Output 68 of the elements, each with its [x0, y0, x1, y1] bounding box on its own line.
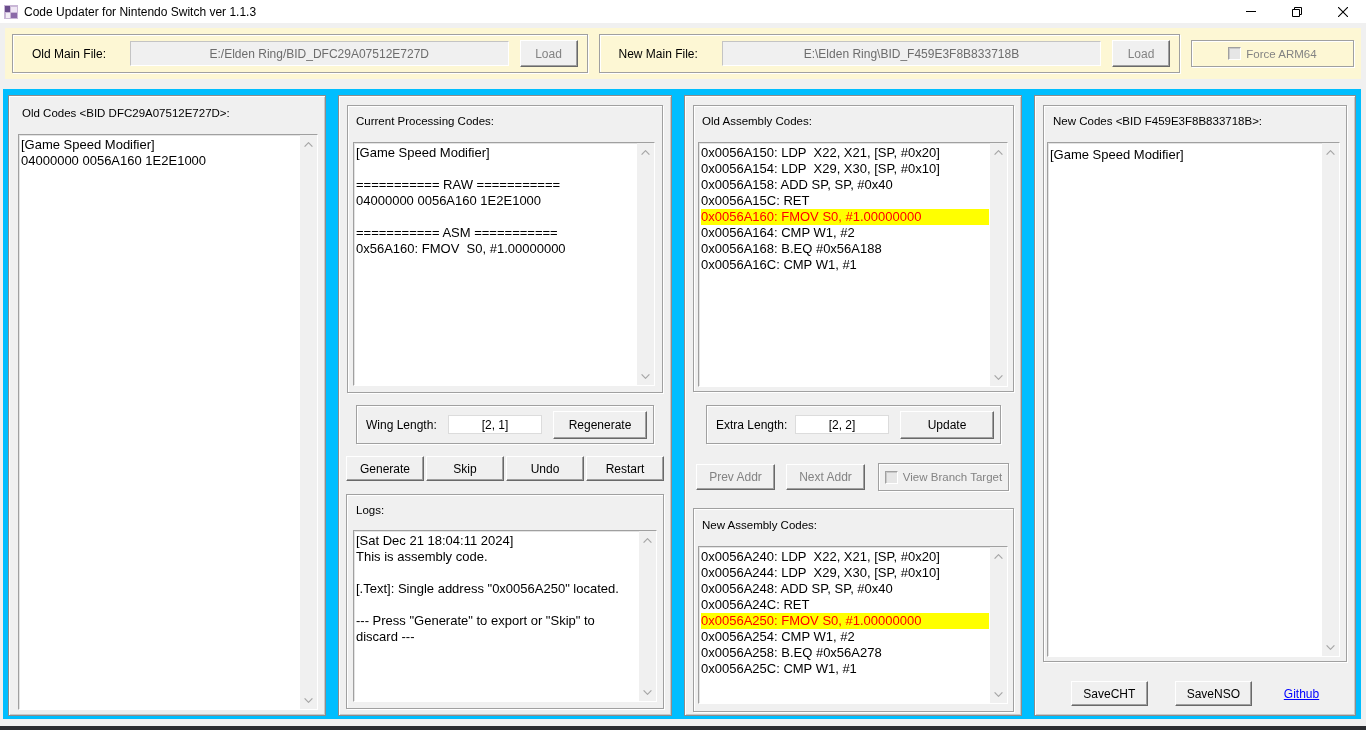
scroll-up-icon[interactable] — [304, 142, 313, 147]
scrollbar[interactable] — [637, 143, 654, 385]
save-button[interactable]: SaveCHT — [1070, 681, 1148, 706]
old-codes-text-area[interactable]: [Game Speed Modifier] 04000000 0056A160 1E2E1000 — [18, 134, 318, 710]
minimize-icon[interactable] — [1246, 11, 1256, 12]
new-assembly-title: New Assembly Codes: — [702, 518, 818, 533]
assembly-code-list[interactable] — [698, 546, 1008, 704]
code-line[interactable]: 0x0056A164: CMP W1, #2 — [701, 225, 989, 241]
logs-text-area[interactable]: [Sat Dec 21 18:04:11 2024] This is assembly code. [.Text]: Single address "0x0056A250" located. --- Press "Generate" to export or "Skip" to discard --- — [353, 530, 657, 702]
scroll-down-icon[interactable] — [994, 375, 1003, 380]
window-title: Code Updater for Nintendo Switch ver 1.1.3 — [24, 4, 257, 19]
action-button[interactable]: Generate — [346, 456, 424, 481]
scroll-down-icon[interactable] — [994, 692, 1003, 697]
scroll-down-icon[interactable] — [641, 374, 650, 379]
extra-length-label: Extra Length: — [716, 417, 788, 432]
logs-text: [Sat Dec 21 18:04:11 2024] This is assembly code. [.Text]: Single address "0x0056A250" located. --- Press "Generate" to export or "Skip" to discard --- — [356, 533, 620, 645]
new-codes-text: [Game Speed Modifier] — [1050, 147, 1184, 163]
regenerate-button[interactable]: Regenerate — [553, 410, 647, 439]
scroll-up-icon[interactable] — [994, 554, 1003, 559]
close-icon[interactable] — [1338, 6, 1348, 17]
scroll-down-icon[interactable] — [1326, 645, 1335, 650]
wing-length-field[interactable]: [2, 1] — [448, 415, 542, 434]
new-codes-text-area[interactable]: [Game Speed Modifier] — [1047, 142, 1340, 657]
assembly-code-list[interactable] — [698, 142, 1008, 387]
code-line[interactable]: 0x0056A254: CMP W1, #2 — [701, 629, 989, 645]
scrollbar[interactable] — [990, 143, 1007, 386]
code-line[interactable]: 0x0056A15C: RET — [701, 193, 989, 209]
new-codes-title: New Codes <BID F459E3F8B833718B>: — [1053, 114, 1263, 129]
old-assembly-title: Old Assembly Codes: — [702, 114, 812, 129]
app-icon — [4, 4, 18, 19]
update-button[interactable]: Update — [900, 410, 994, 439]
save-button[interactable]: SaveNSO — [1174, 681, 1252, 706]
github-link[interactable]: Github — [1283, 686, 1320, 701]
scroll-up-icon[interactable] — [1326, 150, 1335, 155]
code-line[interactable]: 0x0056A154: LDP X29, X30, [SP, #0x10] — [701, 161, 989, 177]
main-file-label: Old Main File: — [32, 46, 107, 61]
action-button[interactable]: Skip — [426, 456, 504, 481]
code-line[interactable]: 0x0056A24C: RET — [701, 597, 989, 613]
logs-title: Logs: — [356, 503, 385, 518]
old-codes-title: Old Codes <BID DFC29A07512E727D>: — [22, 106, 230, 121]
code-line[interactable]: 0x0056A248: ADD SP, SP, #0x40 — [701, 581, 989, 597]
scroll-up-icon[interactable] — [641, 150, 650, 155]
action-button[interactable]: Undo — [506, 456, 584, 481]
current-codes-title: Current Processing Codes: — [356, 114, 495, 129]
scrollbar[interactable] — [1322, 143, 1339, 656]
scrollbar[interactable] — [300, 135, 317, 709]
code-line[interactable]: 0x0056A16C: CMP W1, #1 — [701, 257, 989, 273]
scroll-up-icon[interactable] — [994, 150, 1003, 155]
main-file-label: New Main File: — [618, 46, 698, 61]
wing-length-label: Wing Length: — [366, 417, 437, 432]
restore-icon[interactable] — [1292, 6, 1302, 17]
current-codes-text: [Game Speed Modifier] =========== RAW =========== 04000000 0056A160 1E2E1000 =========== ASM =========== 0x56A160: FMOV S0, #1.00000000 — [356, 145, 566, 257]
scroll-down-icon[interactable] — [304, 698, 313, 703]
code-line[interactable]: 0x0056A150: LDP X22, X21, [SP, #0x20] — [701, 145, 989, 161]
code-line[interactable]: 0x0056A240: LDP X22, X21, [SP, #0x20] — [701, 549, 989, 565]
current-codes-text-area[interactable]: [Game Speed Modifier] =========== RAW =========== 04000000 0056A160 1E2E1000 =========== ASM =========== 0x56A160: FMOV S0, #1.00000000 — [353, 142, 655, 386]
code-line[interactable]: 0x0056A25C: CMP W1, #1 — [701, 661, 989, 677]
scrollbar[interactable] — [990, 547, 1007, 703]
code-line[interactable]: 0x0056A258: B.EQ #0x56A278 — [701, 645, 989, 661]
scroll-up-icon[interactable] — [643, 538, 652, 543]
code-line[interactable]: 0x0056A168: B.EQ #0x56A188 — [701, 241, 989, 257]
code-line[interactable]: 0x0056A158: ADD SP, SP, #0x40 — [701, 177, 989, 193]
code-line[interactable]: 0x0056A244: LDP X29, X30, [SP, #0x10] — [701, 565, 989, 581]
old-codes-text: [Game Speed Modifier] 04000000 0056A160 1E2E1000 — [21, 137, 207, 169]
scroll-down-icon[interactable] — [643, 690, 652, 695]
extra-length-field[interactable]: [2, 2] — [795, 415, 889, 434]
scrollbar[interactable] — [639, 531, 656, 701]
action-button[interactable]: Restart — [586, 456, 664, 481]
